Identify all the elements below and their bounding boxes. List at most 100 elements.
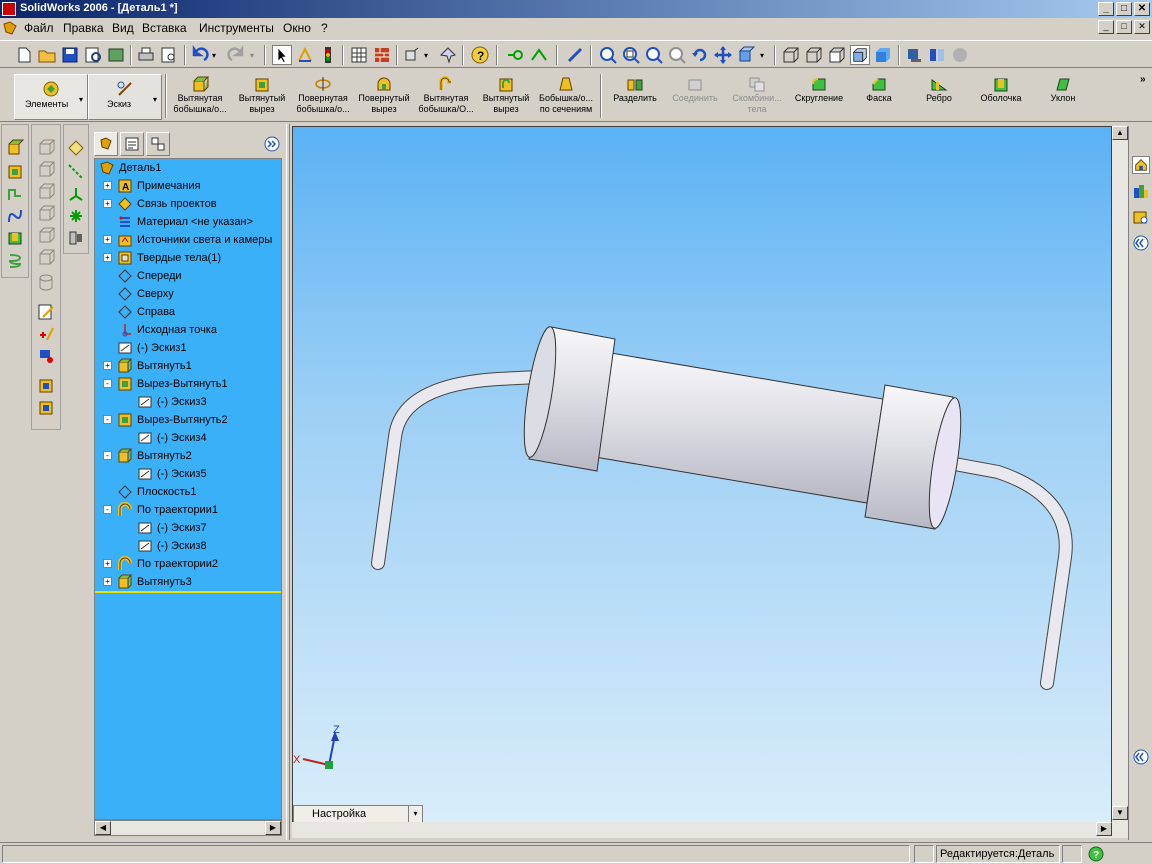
combine-button[interactable]: Скомбини... тела xyxy=(726,74,788,120)
box-disabled-icon[interactable] xyxy=(37,249,55,267)
extruded-cut-button[interactable]: Вытянутый вырез xyxy=(232,74,292,120)
tree-scroll-left-button[interactable]: ◀ xyxy=(95,821,111,835)
graphics-area[interactable]: Z X Настройка ▾ xyxy=(292,126,1112,838)
zoom-in-out-icon[interactable] xyxy=(644,45,664,65)
standard-views-dropdown-icon[interactable]: ▾ xyxy=(760,51,764,60)
tab-configurationmanager[interactable] xyxy=(146,132,170,156)
expand-icon[interactable]: + xyxy=(103,559,112,568)
panel-splitter[interactable] xyxy=(286,124,290,840)
menu-tools[interactable]: Инструменты xyxy=(199,21,274,35)
tab-featuremanager[interactable] xyxy=(94,132,118,156)
expand-icon[interactable]: + xyxy=(103,199,112,208)
smart-dimension-icon[interactable] xyxy=(37,325,55,343)
swept-boss-button[interactable]: Вытянутая бобышка/О... xyxy=(414,74,478,120)
tree-horizontal-scrollbar[interactable]: ◀ ▶ xyxy=(94,820,282,836)
mate-reference-icon[interactable] xyxy=(67,229,85,247)
maximize-button[interactable]: □ xyxy=(1116,2,1132,16)
zoom-area-icon[interactable] xyxy=(621,45,641,65)
help-status-icon[interactable]: ? xyxy=(1088,846,1104,862)
close-button[interactable]: ✕ xyxy=(1134,2,1150,16)
rebuild-vertical-icon[interactable] xyxy=(37,399,55,417)
hidden-lines-visible-icon[interactable] xyxy=(804,45,824,65)
standard-views-icon[interactable] xyxy=(736,45,756,65)
menu-view[interactable]: Вид xyxy=(112,21,134,35)
collapse-icon[interactable]: - xyxy=(103,505,112,514)
lofted-boss-button[interactable]: Бобышка/о... по сечениям xyxy=(534,74,598,120)
swept-cut-button[interactable]: Вытянутый вырез xyxy=(478,74,534,120)
rollback-bar[interactable] xyxy=(95,591,281,593)
point-icon[interactable] xyxy=(67,207,85,225)
brick-icon[interactable] xyxy=(372,45,392,65)
fillet-button[interactable]: Скругление xyxy=(788,74,850,120)
select-icon[interactable] xyxy=(272,45,292,65)
shell-button[interactable]: Оболочка xyxy=(972,74,1030,120)
move-entities-icon[interactable] xyxy=(37,347,55,365)
viewport-horizontal-scrollbar[interactable]: ▶ xyxy=(292,822,1112,838)
features-dropdown-icon[interactable]: ▾ xyxy=(79,95,83,104)
extrude-cut-icon[interactable] xyxy=(6,163,24,181)
shadows-icon[interactable] xyxy=(904,45,924,65)
scroll-down-button[interactable]: ▼ xyxy=(1112,806,1128,820)
file-explorer-icon[interactable] xyxy=(1132,208,1150,226)
expand-panel-icon[interactable] xyxy=(264,136,280,152)
collapse-taskpane-icon[interactable] xyxy=(1132,234,1150,252)
join-button[interactable]: Соединить xyxy=(666,74,724,120)
collapse-icon[interactable]: - xyxy=(103,415,112,424)
realview-icon[interactable] xyxy=(950,45,970,65)
edit-sketch-icon[interactable] xyxy=(37,303,55,321)
expand-icon[interactable]: + xyxy=(103,253,112,262)
new-icon[interactable] xyxy=(14,45,34,65)
rebuild-icon[interactable] xyxy=(295,45,315,65)
tab-propertymanager[interactable] xyxy=(120,132,144,156)
undo-dropdown-icon[interactable]: ▾ xyxy=(212,51,216,60)
viewport-vertical-scrollbar[interactable]: ▲ ▼ xyxy=(1112,126,1128,838)
revolved-boss-button[interactable]: Повернутая бобышка/о... xyxy=(292,74,354,120)
chamfer-button[interactable]: Фаска xyxy=(852,74,906,120)
menu-edit[interactable]: Правка xyxy=(63,21,104,35)
whats-wrong-icon[interactable]: ? xyxy=(470,45,490,65)
menu-insert[interactable]: Вставка xyxy=(142,21,187,35)
doc-minimize-button[interactable]: _ xyxy=(1098,20,1114,34)
redo-dropdown-icon[interactable]: ▾ xyxy=(250,51,254,60)
collapse-icon[interactable]: - xyxy=(103,451,112,460)
expand-icon[interactable]: + xyxy=(103,577,112,586)
wireframe-icon[interactable] xyxy=(781,45,801,65)
pin-view-icon[interactable] xyxy=(438,45,458,65)
sketch-tab[interactable]: Эскиз ▾ xyxy=(88,74,162,120)
shaded-with-edges-icon[interactable] xyxy=(850,45,870,65)
expand-taskpane-icon[interactable] xyxy=(1132,748,1150,766)
sketch-relation-icon[interactable] xyxy=(529,45,549,65)
shaded-icon[interactable] xyxy=(873,45,893,65)
cylinder-disabled-icon[interactable] xyxy=(37,273,55,291)
box-disabled-icon[interactable] xyxy=(37,227,55,245)
sketch-dropdown-icon[interactable]: ▾ xyxy=(153,95,157,104)
zoom-selection-icon[interactable] xyxy=(667,45,687,65)
tree-scroll-right-button[interactable]: ▶ xyxy=(265,821,281,835)
open-icon[interactable] xyxy=(37,45,57,65)
view-orientation-dropdown-icon[interactable]: ▾ xyxy=(424,51,428,60)
extruded-boss-button[interactable]: Вытянутая бобышка/о... xyxy=(170,74,230,120)
sketch-entity-icon[interactable] xyxy=(506,45,526,65)
box-disabled-icon[interactable] xyxy=(37,139,55,157)
section-view-icon[interactable] xyxy=(927,45,947,65)
split-button[interactable]: Разделить xyxy=(606,74,664,120)
zoom-fit-icon[interactable] xyxy=(598,45,618,65)
doc-close-button[interactable]: ✕ xyxy=(1134,20,1150,34)
helix-icon[interactable] xyxy=(6,251,24,269)
box-disabled-icon[interactable] xyxy=(37,205,55,223)
pan-icon[interactable] xyxy=(713,45,733,65)
axis-icon[interactable] xyxy=(67,163,85,181)
configuration-dropdown-icon[interactable]: ▾ xyxy=(408,806,422,822)
redo-icon[interactable] xyxy=(226,45,246,65)
model-render[interactable]: Z X xyxy=(293,127,1112,838)
traffic-light-icon[interactable] xyxy=(318,45,338,65)
configuration-dropdown[interactable]: Настройка ▾ xyxy=(293,805,423,823)
coordinate-system-icon[interactable] xyxy=(67,185,85,203)
print-preview-icon[interactable] xyxy=(83,45,103,65)
shell-vertical-icon[interactable] xyxy=(6,229,24,247)
minimize-button[interactable]: _ xyxy=(1098,2,1114,16)
expand-icon[interactable]: + xyxy=(103,235,112,244)
measure-icon[interactable] xyxy=(565,45,585,65)
doc-restore-button[interactable]: □ xyxy=(1116,20,1132,34)
plane-ref-icon[interactable] xyxy=(67,139,85,157)
